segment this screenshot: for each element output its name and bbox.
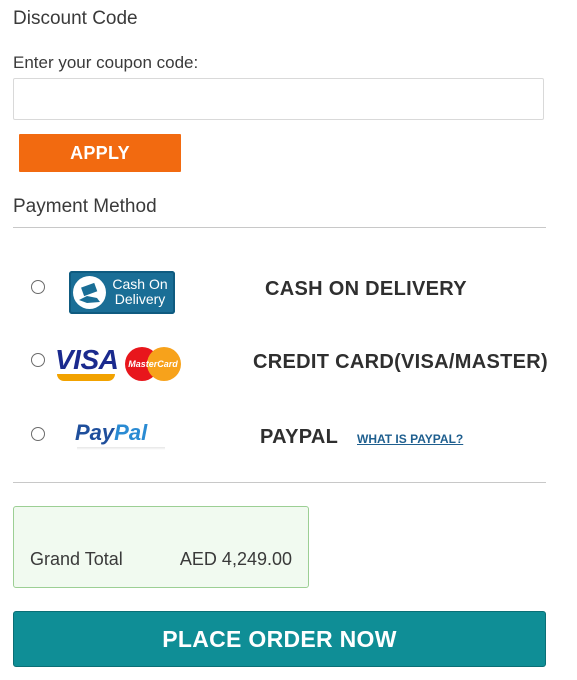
- checkout-panel: Discount Code Enter your coupon code: AP…: [0, 0, 577, 680]
- coupon-label: Enter your coupon code:: [13, 53, 199, 72]
- what-is-paypal-link[interactable]: WHAT IS PAYPAL?: [357, 432, 463, 446]
- visa-mastercard-logo: VISA MasterCard: [55, 344, 183, 386]
- radio-paypal[interactable]: [31, 427, 45, 441]
- divider: [13, 227, 546, 228]
- mastercard-logo-text: MasterCard: [128, 359, 178, 369]
- mastercard-logo: MasterCard: [125, 347, 181, 381]
- hand-money-icon: [73, 276, 106, 309]
- cod-logo-text: Cash On Delivery: [112, 276, 168, 307]
- payment-method-title: Payment Method: [13, 196, 157, 217]
- credit-card-label[interactable]: CREDIT CARD(VISA/MASTER): [253, 351, 548, 374]
- cash-on-delivery-logo: Cash On Delivery: [69, 271, 175, 314]
- paypal-label[interactable]: PAYPAL: [260, 426, 338, 449]
- grand-total-value: AED 4,249.00: [179, 549, 292, 569]
- coupon-input[interactable]: [13, 78, 544, 120]
- divider: [13, 482, 546, 483]
- visa-swoosh: [57, 374, 115, 381]
- visa-logo: VISA: [55, 344, 119, 375]
- apply-button[interactable]: APPLY: [19, 134, 181, 172]
- paypal-logo-pal: Pal: [114, 420, 148, 445]
- place-order-button[interactable]: PLACE ORDER NOW: [13, 611, 546, 667]
- paypal-logo: PayPal: [73, 420, 169, 450]
- cash-on-delivery-label[interactable]: CASH ON DELIVERY: [265, 278, 467, 301]
- discount-code-title: Discount Code: [13, 8, 138, 29]
- radio-cash-on-delivery[interactable]: [31, 280, 45, 294]
- paypal-logo-pay: Pay: [75, 420, 115, 445]
- radio-credit-card[interactable]: [31, 353, 45, 367]
- grand-total-label: Grand Total: [30, 549, 123, 569]
- grand-total-box: Grand Total AED 4,249.00: [13, 506, 309, 588]
